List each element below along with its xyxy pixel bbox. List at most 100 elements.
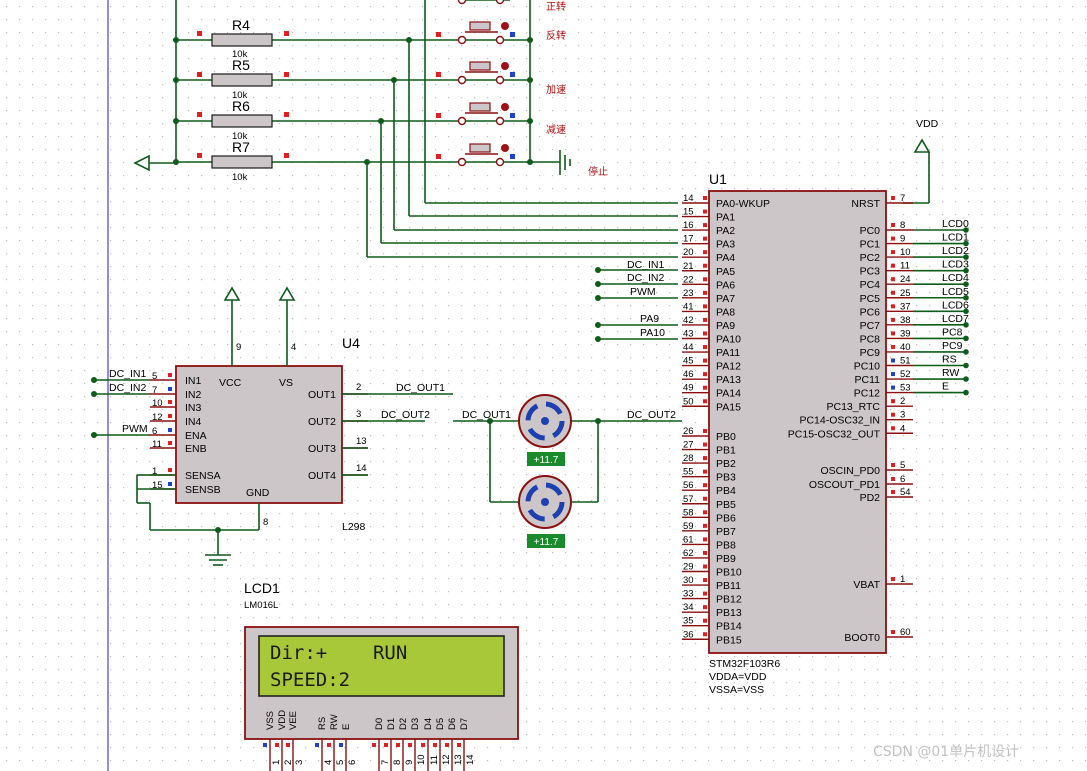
pin-name: PA1 — [716, 212, 735, 224]
pin-name: VSS — [265, 711, 276, 730]
mcu-power-1: VDDA=VDD — [709, 671, 767, 683]
pin-number: 9 — [404, 760, 415, 765]
pin-name: PB11 — [716, 580, 741, 592]
resistor-name: R6 — [232, 98, 250, 114]
pin-name: GND — [246, 487, 270, 499]
pin-number: 2 — [900, 396, 905, 407]
net-label: PA9 — [640, 313, 659, 325]
net-label: LCD2 — [942, 245, 969, 257]
net-label: RS — [942, 354, 957, 366]
schematic-canvas[interactable]: R4 10k R5 10k R6 10k R7 10k 正转 反转 加速 减速 … — [0, 0, 1087, 771]
pin-number: 2 — [356, 382, 361, 393]
pin-number: 7 — [380, 760, 391, 765]
lcd-line-2: SPEED:2 — [270, 669, 350, 691]
pin-number: 6 — [152, 426, 157, 437]
pin-number: 4 — [323, 760, 334, 765]
pin-number: 13 — [453, 754, 464, 765]
pin-number: 13 — [356, 436, 367, 447]
net-label: PC9 — [942, 340, 963, 352]
pin-name: VBAT — [853, 579, 880, 591]
net-label: RW — [942, 367, 959, 379]
mcu-part: STM32F103R6 — [709, 658, 780, 670]
button-label-slowdown: 减速 — [546, 124, 566, 136]
pin-number: 56 — [683, 480, 694, 491]
pin-number: 9 — [236, 342, 241, 353]
net-label: LCD5 — [942, 286, 969, 298]
pin-number: 36 — [683, 629, 694, 640]
pin-number: 28 — [683, 453, 694, 464]
pin-name: VCC — [219, 377, 242, 389]
pin-number: 4 — [900, 423, 905, 434]
pin-name: PA6 — [716, 279, 735, 291]
button-label-reverse: 反转 — [546, 29, 566, 42]
button-label-stop: 停止 — [588, 165, 608, 178]
pin-number: 8 — [263, 517, 268, 528]
pin-number: 20 — [683, 247, 694, 258]
resistor-value: 10k — [232, 172, 248, 183]
resistor-name: R4 — [232, 17, 250, 33]
net-label: PWM — [122, 423, 148, 435]
net-label: DC_OUT2 — [381, 409, 430, 421]
pin-number: 11 — [900, 261, 910, 272]
pin-number: 7 — [152, 385, 157, 396]
pin-name: D2 — [398, 718, 409, 730]
pin-name: PB7 — [716, 526, 736, 538]
pin-number: 60 — [900, 627, 911, 638]
pin-number: 57 — [683, 494, 694, 505]
pin-name: PB9 — [716, 553, 736, 565]
pin-name: IN4 — [185, 416, 202, 428]
pin-number: 24 — [900, 274, 911, 285]
net-label: DC_IN1 — [109, 368, 147, 380]
pin-number: 16 — [683, 220, 694, 231]
pin-name: PB0 — [716, 431, 736, 443]
pin-number: 38 — [900, 315, 911, 326]
pin-number: 12 — [441, 754, 452, 765]
pin-number: 3 — [294, 760, 305, 765]
pin-name: PB1 — [716, 445, 736, 457]
pin-number: 25 — [900, 288, 911, 299]
pin-number: 5 — [900, 460, 905, 471]
pin-number: 50 — [683, 396, 694, 407]
pin-number: 26 — [683, 426, 694, 437]
pin-number: 51 — [900, 356, 911, 367]
pin-name: PA4 — [716, 252, 735, 264]
pin-number: 22 — [683, 274, 694, 285]
pin-number: 42 — [683, 315, 694, 326]
pin-number: 14 — [356, 463, 367, 474]
vdd-label: VDD — [916, 118, 939, 130]
net-label: LCD3 — [942, 259, 969, 271]
pin-name: OUT3 — [308, 443, 336, 455]
pin-name: PA9 — [716, 320, 735, 332]
pin-number: 1 — [271, 760, 282, 765]
pin-name: RW — [329, 714, 340, 730]
pin-number: 9 — [900, 234, 905, 245]
pin-number: 14 — [465, 754, 476, 765]
pin-name: PA10 — [716, 334, 741, 346]
pin-name: D3 — [410, 718, 421, 730]
pin-number: 27 — [683, 440, 694, 451]
pin-name: PB12 — [716, 594, 742, 606]
pin-name: PB14 — [716, 621, 742, 633]
pin-number: 6 — [347, 760, 358, 765]
net-label: LCD1 — [942, 232, 969, 244]
pin-number: 37 — [900, 301, 911, 312]
pin-name: IN3 — [185, 402, 202, 414]
net-label: LCD0 — [942, 218, 969, 230]
pin-number: 53 — [900, 383, 911, 394]
pin-number: 5 — [335, 760, 346, 765]
pin-number: 62 — [683, 548, 694, 559]
pin-number: 55 — [683, 467, 694, 478]
pin-name: PA5 — [716, 266, 735, 278]
pin-name: PA12 — [716, 361, 741, 373]
lcd-ref: LCD1 — [244, 580, 280, 596]
pin-name: PC13_RTC — [827, 401, 881, 413]
pin-name: PC6 — [860, 306, 881, 318]
pin-number: 35 — [683, 616, 694, 627]
pin-name: PB5 — [716, 499, 736, 511]
pin-number: 52 — [900, 369, 911, 380]
pin-name: RS — [317, 717, 328, 730]
grid-background — [0, 0, 1087, 771]
resistor-name: R7 — [232, 139, 250, 155]
pin-number: 34 — [683, 602, 694, 613]
pin-number: 30 — [683, 575, 694, 586]
